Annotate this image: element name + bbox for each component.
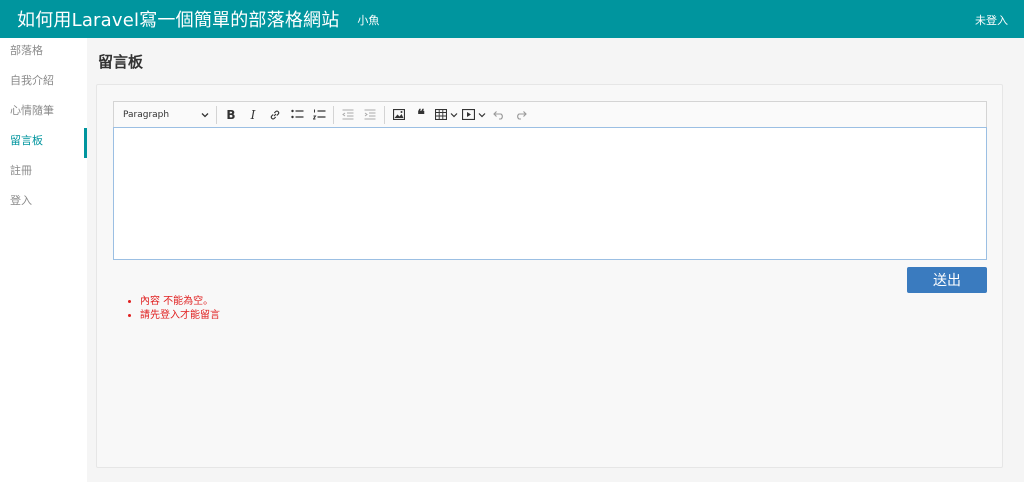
- toolbar-separator: [333, 105, 334, 124]
- message-editor[interactable]: [113, 127, 987, 260]
- outdent-button[interactable]: [337, 104, 359, 126]
- toolbar-separator: [216, 105, 217, 124]
- table-icon: [434, 109, 447, 120]
- redo-icon: [517, 110, 527, 120]
- bulleted-list-icon: [290, 109, 303, 119]
- bulleted-list-button[interactable]: [286, 104, 308, 126]
- outdent-icon: [342, 109, 354, 120]
- undo-icon: [493, 110, 503, 120]
- italic-icon: I: [250, 107, 256, 122]
- insert-table-button[interactable]: [432, 104, 460, 126]
- bold-icon: B: [226, 107, 236, 122]
- sidebar-item-register[interactable]: 註冊: [0, 158, 87, 188]
- link-icon: [270, 110, 280, 119]
- sidebar-item-about[interactable]: 自我介紹: [0, 68, 87, 98]
- insert-media-button[interactable]: [460, 104, 488, 126]
- sidebar: 部落格 自我介紹 心情隨筆 留言板 註冊 登入: [0, 38, 87, 482]
- author-name: 小魚: [357, 14, 380, 27]
- sidebar-item-journal[interactable]: 心情隨筆: [0, 98, 87, 128]
- error-list: 內容 不能為空。 請先登入才能留言: [140, 295, 220, 323]
- error-message: 請先登入才能留言: [140, 309, 220, 323]
- page-title: 留言板: [98, 53, 144, 71]
- quote-icon: ❝: [417, 106, 425, 123]
- numbered-list-icon: [312, 109, 325, 120]
- heading-dropdown-value: Paragraph: [123, 109, 170, 120]
- top-navbar: 如何用Laravel寫一個簡單的部落格網站 小魚 未登入: [0, 0, 1024, 38]
- insert-image-button[interactable]: [388, 104, 410, 126]
- block-quote-button[interactable]: ❝: [410, 104, 432, 126]
- media-icon: [462, 109, 475, 120]
- chevron-down-icon: [450, 112, 457, 117]
- italic-button[interactable]: I: [242, 104, 264, 126]
- indent-icon: [364, 109, 376, 120]
- site-title[interactable]: 如何用Laravel寫一個簡單的部落格網站: [17, 6, 339, 32]
- redo-button[interactable]: [510, 104, 532, 126]
- sidebar-item-guestbook[interactable]: 留言板: [0, 128, 87, 158]
- sidebar-item-login[interactable]: 登入: [0, 188, 87, 218]
- toolbar-separator: [384, 105, 385, 124]
- heading-dropdown[interactable]: Paragraph: [118, 105, 213, 125]
- link-button[interactable]: [264, 104, 286, 126]
- editor-toolbar: Paragraph B I ❝: [113, 101, 987, 127]
- login-status-link[interactable]: 未登入: [975, 12, 1008, 28]
- indent-button[interactable]: [359, 104, 381, 126]
- numbered-list-button[interactable]: [308, 104, 330, 126]
- chevron-down-icon: [201, 112, 209, 117]
- chevron-down-icon: [478, 112, 486, 117]
- bold-button[interactable]: B: [220, 104, 242, 126]
- image-icon: [393, 109, 405, 120]
- submit-button[interactable]: 送出: [907, 267, 987, 293]
- error-message: 內容 不能為空。: [140, 295, 220, 309]
- undo-button[interactable]: [488, 104, 510, 126]
- sidebar-item-blog[interactable]: 部落格: [0, 38, 87, 68]
